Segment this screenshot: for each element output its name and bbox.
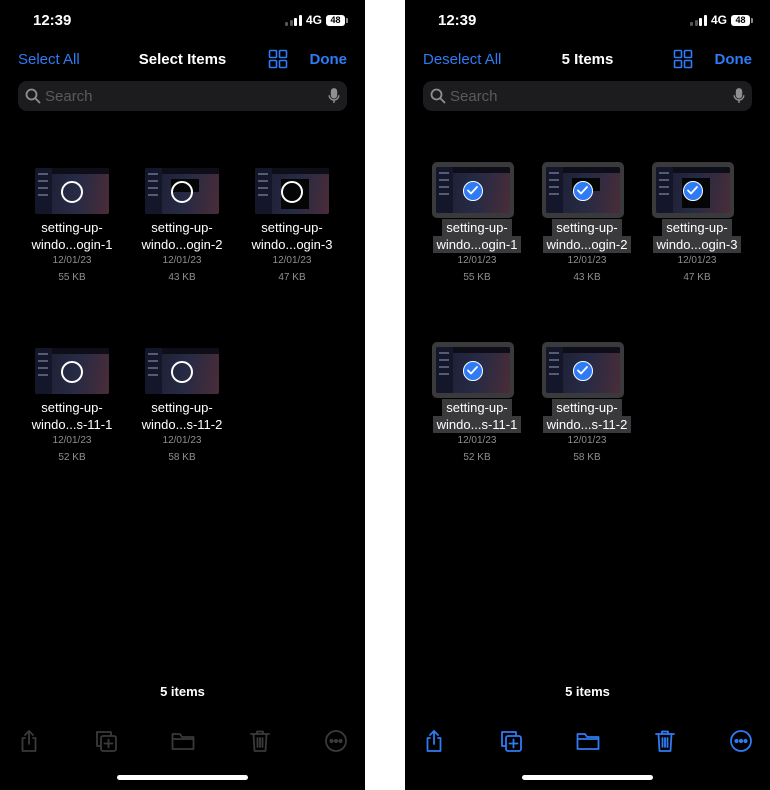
duplicate-icon[interactable] — [498, 728, 524, 754]
file-size: 52 KB — [463, 452, 491, 463]
file-name: setting-up-windo...ogin-3 — [251, 220, 333, 252]
checkmark-icon — [573, 181, 593, 201]
trash-icon[interactable] — [247, 728, 273, 754]
file-date: 12/01/23 — [567, 435, 607, 446]
search-input[interactable] — [45, 81, 315, 111]
grid-view-icon[interactable] — [673, 49, 693, 69]
file-name: setting-up-windo...s-11-2 — [532, 399, 642, 433]
file-thumbnail — [145, 348, 219, 394]
file-date: 12/01/23 — [677, 255, 717, 266]
trash-icon[interactable] — [652, 728, 678, 754]
navigation-bar: Deselect All 5 Items Done — [405, 48, 770, 72]
file-name: setting-up-windo...s-11-1 — [31, 400, 113, 432]
more-icon[interactable] — [323, 728, 349, 754]
search-bar[interactable] — [423, 81, 752, 111]
status-time: 12:39 — [33, 12, 72, 29]
select-all-button[interactable]: Select All — [18, 51, 80, 68]
battery-icon: 48 — [326, 14, 348, 26]
battery-icon: 48 — [731, 14, 753, 26]
home-indicator[interactable] — [522, 775, 653, 780]
search-icon — [25, 88, 41, 104]
file-name: setting-up-windo...ogin-3 — [642, 219, 752, 253]
more-icon[interactable] — [728, 728, 754, 754]
file-date: 12/01/23 — [457, 435, 497, 446]
item-count: 5 items — [160, 684, 205, 699]
checkmark-icon — [463, 181, 483, 201]
status-bar: 12:39 4G 48 — [405, 12, 770, 32]
file-date: 12/01/23 — [457, 255, 497, 266]
file-date: 12/01/23 — [567, 255, 607, 266]
file-thumbnail — [546, 167, 620, 213]
done-button[interactable]: Done — [715, 51, 753, 68]
file-thumbnail — [546, 347, 620, 393]
search-bar[interactable] — [18, 81, 347, 111]
folder-icon[interactable] — [170, 728, 196, 754]
file-size: 52 KB — [58, 452, 86, 463]
bottom-toolbar — [405, 728, 770, 754]
item-count: 5 items — [565, 684, 610, 699]
bottom-toolbar — [0, 728, 365, 754]
file-size: 43 KB — [573, 272, 601, 283]
file-thumbnail — [436, 167, 510, 213]
deselect-all-button[interactable]: Deselect All — [423, 51, 501, 68]
file-date: 12/01/23 — [162, 255, 202, 266]
file-thumbnail — [255, 168, 329, 214]
file-name: setting-up-windo...ogin-1 — [422, 219, 532, 253]
search-input[interactable] — [450, 81, 720, 111]
file-date: 12/01/23 — [272, 255, 312, 266]
phone-screen-items-selected: 12:39 4G 48 Deselect All 5 Items Done se… — [405, 0, 770, 790]
file-size: 55 KB — [463, 272, 491, 283]
file-size: 58 KB — [168, 452, 196, 463]
navigation-bar: Select All Select Items Done — [0, 48, 365, 72]
circle-marker-icon — [61, 181, 83, 203]
circle-marker-icon — [171, 181, 193, 203]
file-size: 47 KB — [278, 272, 306, 283]
status-time: 12:39 — [438, 12, 477, 29]
cellular-signal-icon — [285, 14, 302, 26]
file-thumbnail — [35, 168, 109, 214]
home-indicator[interactable] — [117, 775, 248, 780]
search-icon — [430, 88, 446, 104]
circle-marker-icon — [171, 361, 193, 383]
file-date: 12/01/23 — [162, 435, 202, 446]
file-name: setting-up-windo...ogin-2 — [532, 219, 642, 253]
circle-marker-icon — [61, 361, 83, 383]
file-thumbnail — [35, 348, 109, 394]
file-thumbnail — [656, 167, 730, 213]
duplicate-icon[interactable] — [93, 728, 119, 754]
file-thumbnail — [145, 168, 219, 214]
file-name: setting-up-windo...s-11-1 — [422, 399, 532, 433]
file-size: 43 KB — [168, 272, 196, 283]
circle-marker-icon — [281, 181, 303, 203]
cellular-signal-icon — [690, 14, 707, 26]
done-button[interactable]: Done — [310, 51, 348, 68]
file-name: setting-up-windo...ogin-1 — [31, 220, 113, 252]
file-date: 12/01/23 — [52, 255, 92, 266]
share-icon[interactable] — [16, 728, 42, 754]
phone-screen-select-items: 12:39 4G 48 Select All Select Items Done… — [0, 0, 365, 790]
microphone-icon[interactable] — [328, 88, 340, 104]
checkmark-icon — [683, 181, 703, 201]
checkmark-icon — [463, 361, 483, 381]
file-size: 55 KB — [58, 272, 86, 283]
network-type: 4G — [710, 13, 727, 27]
microphone-icon[interactable] — [733, 88, 745, 104]
status-bar: 12:39 4G 48 — [0, 12, 365, 32]
file-size: 58 KB — [573, 452, 601, 463]
file-thumbnail — [436, 347, 510, 393]
file-size: 47 KB — [683, 272, 711, 283]
grid-view-icon[interactable] — [268, 49, 288, 69]
share-icon[interactable] — [421, 728, 447, 754]
file-date: 12/01/23 — [52, 435, 92, 446]
file-name: setting-up-windo...s-11-2 — [141, 400, 223, 432]
folder-icon[interactable] — [575, 728, 601, 754]
network-type: 4G — [305, 13, 322, 27]
file-name: setting-up-windo...ogin-2 — [141, 220, 223, 252]
checkmark-icon — [573, 361, 593, 381]
